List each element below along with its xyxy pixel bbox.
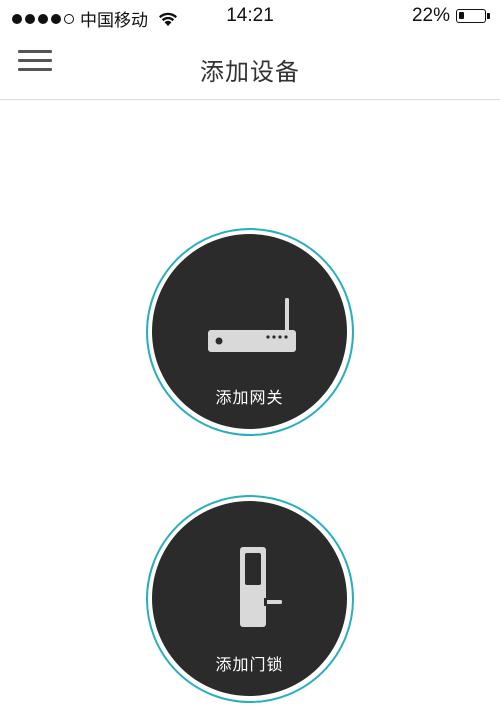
nav-bar: 添加设备 bbox=[0, 34, 500, 100]
battery-icon bbox=[456, 9, 490, 23]
status-bar: 中国移动 14:21 22% bbox=[0, 0, 500, 34]
router-icon bbox=[208, 298, 296, 352]
battery-fill bbox=[459, 12, 464, 19]
add-gateway-label: 添加网关 bbox=[215, 390, 284, 407]
add-gateway-circle: 添加网关 bbox=[152, 234, 347, 429]
door-lock-icon bbox=[240, 547, 282, 627]
add-lock-button[interactable]: 添加门锁 bbox=[146, 495, 354, 703]
add-gateway-button[interactable]: 添加网关 bbox=[146, 228, 354, 436]
battery-percent: 22% bbox=[411, 5, 450, 26]
add-lock-circle: 添加门锁 bbox=[152, 501, 347, 696]
page-title: 添加设备 bbox=[200, 59, 300, 86]
status-right: 22% bbox=[411, 5, 490, 27]
add-lock-label: 添加门锁 bbox=[215, 657, 284, 674]
